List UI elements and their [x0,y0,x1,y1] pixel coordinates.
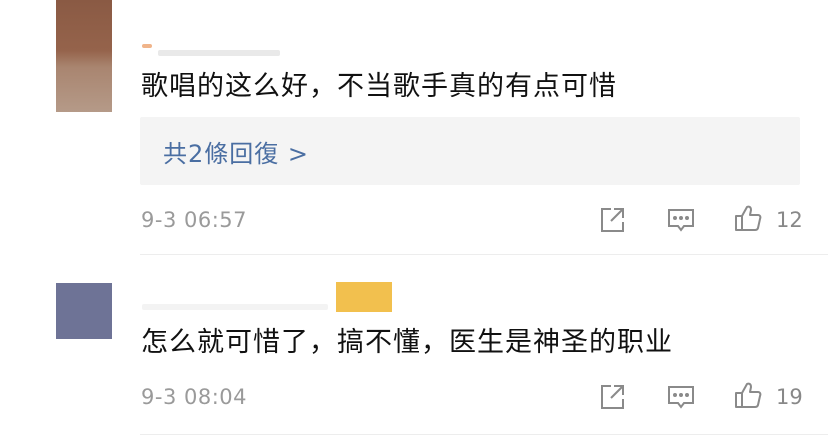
like-count: 19 [776,385,803,409]
divider [140,434,828,435]
like-icon[interactable] [733,203,763,233]
username-redacted[interactable] [158,50,280,56]
share-icon[interactable] [597,205,627,235]
comment-text: 怎么就可惜了，搞不懂，医生是神圣的职业 [141,327,673,358]
comment-icon[interactable] [666,382,696,412]
reply-summary-box[interactable]: 共2條回復 > [140,117,800,185]
avatar[interactable] [56,283,112,339]
comment-text: 歌唱的这么好，不当歌手真的有点可惜 [141,71,617,102]
view-replies-link[interactable]: 共2條回復 > [163,134,309,169]
comment-timestamp: 9-3 06:57 [141,208,247,232]
username-redacted[interactable] [142,304,328,310]
comment-timestamp: 9-3 08:04 [141,385,247,409]
comment-icon[interactable] [666,205,696,235]
username-mark [142,44,152,48]
like-count: 12 [776,208,803,232]
like-icon[interactable] [733,380,763,410]
username-sticker [336,282,392,312]
comment-item: 歌唱的这么好，不当歌手真的有点可惜 共2條回復 > 9-3 06:57 12 [0,0,828,255]
share-icon[interactable] [597,382,627,412]
avatar[interactable] [56,0,112,112]
